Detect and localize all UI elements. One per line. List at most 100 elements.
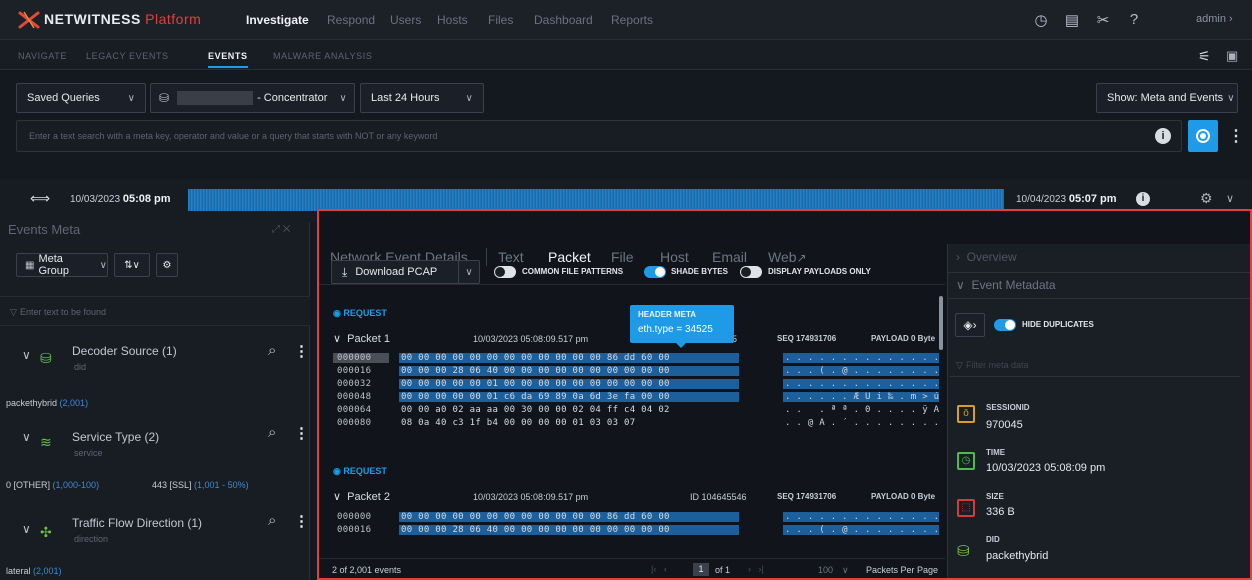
- search-icon[interactable]: ⌕: [268, 342, 276, 359]
- subnav-legacy-events[interactable]: LEGACY EVENTS: [86, 51, 169, 61]
- layers-button[interactable]: ◈›: [955, 313, 985, 337]
- hex-row[interactable]: 000080 08 0a 40 c3 1f b4 00 00 00 00 01 0…: [333, 418, 941, 430]
- meta-settings-button[interactable]: ⚙: [156, 253, 178, 277]
- meta-value-tag[interactable]: 443 [SSL] (1,001 - 50%): [152, 480, 249, 490]
- collapse-timeline-icon[interactable]: ∨: [1226, 192, 1234, 205]
- first-page-icon[interactable]: |‹ ‹: [651, 564, 667, 574]
- tab-file[interactable]: File: [611, 249, 634, 265]
- chevron-down-icon[interactable]: ∨: [22, 348, 31, 362]
- hex-row[interactable]: 000016 00 00 00 28 06 40 00 00 00 00 00 0…: [333, 525, 941, 537]
- shade-bytes-toggle[interactable]: [644, 266, 666, 278]
- overview-section[interactable]: › Overview: [956, 250, 1017, 264]
- panel-icon[interactable]: ▣: [1226, 48, 1238, 64]
- settings-gear-icon[interactable]: ⚙: [1200, 190, 1213, 207]
- show-mode-dropdown[interactable]: Show: Meta and Events ∨: [1096, 83, 1238, 113]
- packet-header[interactable]: ∨ Packet 1: [333, 332, 390, 345]
- tab-packet[interactable]: Packet: [548, 249, 591, 265]
- help-icon[interactable]: ?: [1125, 11, 1143, 29]
- tools-icon[interactable]: ✂: [1094, 11, 1112, 29]
- timeline-info-icon[interactable]: i: [1136, 192, 1150, 206]
- chevron-down-icon[interactable]: ∨: [22, 430, 31, 444]
- nav-users[interactable]: Users: [390, 13, 421, 27]
- nav-dashboard[interactable]: Dashboard: [534, 13, 593, 27]
- expand-timeline-icon[interactable]: ⟺: [30, 190, 50, 207]
- subnav-navigate[interactable]: NAVIGATE: [18, 51, 67, 61]
- common-file-patterns-toggle[interactable]: [494, 266, 516, 278]
- hex-bytes[interactable]: 00 00 00 00 00 00 00 00 00 00 00 00 86 d…: [399, 353, 739, 363]
- metadata-filter-input[interactable]: ▽ Filter meta data: [950, 355, 1240, 377]
- hex-bytes[interactable]: 00 00 00 00 00 00 00 00 00 00 00 00 86 d…: [399, 512, 739, 522]
- more-options-icon[interactable]: ⋮: [294, 512, 309, 530]
- hex-bytes[interactable]: 00 00 00 28 06 40 00 00 00 00 00 00 00 0…: [399, 366, 739, 376]
- nav-investigate[interactable]: Investigate: [246, 13, 309, 27]
- hex-ascii[interactable]: . . . . . . Æ Ú i ‰ . m > ú . .: [783, 392, 939, 402]
- hex-ascii[interactable]: . . . . . . . . . . . . . . Ÿ `: [783, 353, 939, 363]
- hex-bytes[interactable]: 08 0a 40 c3 1f b4 00 00 00 00 01 03 03 0…: [399, 418, 739, 428]
- hex-ascii[interactable]: . . . . . . . . . . . . . . Ÿ `: [783, 512, 939, 522]
- timer-icon[interactable]: ◷: [1032, 11, 1050, 29]
- sort-dropdown[interactable]: ⇅∨: [114, 253, 150, 277]
- subnav-malware-analysis[interactable]: MALWARE ANALYSIS: [273, 51, 372, 61]
- time-range-dropdown[interactable]: Last 24 Hours ∨: [360, 83, 484, 113]
- hex-ascii[interactable]: . . . . . . . . . . . . . . . .: [783, 379, 939, 389]
- tab-host[interactable]: Host: [660, 249, 689, 265]
- hex-row[interactable]: 000016 00 00 00 28 06 40 00 00 00 00 00 0…: [333, 366, 941, 378]
- hex-bytes[interactable]: 00 00 a0 02 aa aa 00 30 00 00 02 04 ff c…: [399, 405, 739, 415]
- info-icon[interactable]: i: [1155, 128, 1171, 144]
- download-pcap-button[interactable]: ⤓ Download PCAP: [331, 260, 459, 284]
- meta-value-tag[interactable]: 0 [OTHER] (1,000-100): [6, 480, 99, 490]
- meta-item-decoder-source[interactable]: ∨ ⛁ Decoder Source (1) did ⌕ ⋮: [0, 330, 310, 390]
- tab-email[interactable]: Email: [712, 249, 747, 265]
- meta-value-tag[interactable]: lateral (2,001): [6, 566, 62, 576]
- nav-files[interactable]: Files: [488, 13, 513, 27]
- nav-hosts[interactable]: Hosts: [437, 13, 468, 27]
- notes-icon[interactable]: ▤: [1063, 11, 1081, 29]
- nav-reports[interactable]: Reports: [611, 13, 653, 27]
- service-dropdown[interactable]: ⛁ - Concentrator ∨: [150, 83, 355, 113]
- hex-ascii[interactable]: . . . ( . @ . . . . . . . . . .: [783, 525, 939, 535]
- page-number-input[interactable]: 1: [693, 563, 709, 576]
- chevron-down-icon[interactable]: ∨: [842, 565, 849, 576]
- hex-bytes[interactable]: 00 00 00 00 00 01 00 00 00 00 00 00 00 0…: [399, 379, 739, 389]
- meta-filter-input[interactable]: ▽ Enter text to be found: [0, 296, 310, 326]
- tab-web[interactable]: Web↗: [768, 249, 807, 265]
- saved-queries-dropdown[interactable]: Saved Queries ∨: [16, 83, 146, 113]
- query-search-input[interactable]: Enter a text search with a meta key, ope…: [16, 120, 1182, 152]
- display-payloads-only-toggle[interactable]: [740, 266, 762, 278]
- hex-row[interactable]: 000048 00 00 00 00 00 01 c6 da 69 89 0a 6…: [333, 392, 941, 404]
- hex-row[interactable]: 000000 00 00 00 00 00 00 00 00 00 00 00 0…: [333, 353, 941, 365]
- meta-item-traffic-flow[interactable]: ∨ ✣ Traffic Flow Direction (1) direction…: [0, 504, 310, 564]
- event-metadata-section[interactable]: ∨ Event Metadata: [956, 278, 1056, 292]
- run-query-button[interactable]: [1188, 120, 1218, 152]
- expand-panel-icon[interactable]: ⤢ ✕: [272, 224, 290, 235]
- hex-bytes[interactable]: 00 00 00 28 06 40 00 00 00 00 00 00 00 0…: [399, 525, 739, 535]
- hex-row[interactable]: 000000 00 00 00 00 00 00 00 00 00 00 00 0…: [333, 512, 941, 524]
- per-page-select[interactable]: 100: [818, 565, 833, 575]
- hex-bytes[interactable]: 00 00 00 00 00 01 c6 da 69 89 0a 6d 3e f…: [399, 392, 739, 402]
- search-icon[interactable]: ⌕: [268, 424, 276, 441]
- meta-value-tag[interactable]: packethybrid (2,001): [6, 398, 88, 408]
- hex-row[interactable]: 000032 00 00 00 00 00 01 00 00 00 00 00 0…: [333, 379, 941, 391]
- event-histogram[interactable]: [188, 189, 1004, 211]
- more-options-icon[interactable]: ⋮: [294, 342, 309, 360]
- chevron-down-icon[interactable]: ∨: [22, 522, 31, 536]
- next-page-icon[interactable]: › ›|: [748, 564, 764, 574]
- meta-group-dropdown[interactable]: ▦ Meta Group ∨: [16, 253, 108, 277]
- tab-text[interactable]: Text: [498, 249, 524, 265]
- more-options-icon[interactable]: ⋮: [1228, 126, 1244, 146]
- subnav-events[interactable]: EVENTS: [208, 51, 248, 68]
- chart-toggle-icon[interactable]: ⚟: [1198, 48, 1211, 65]
- download-options-dropdown[interactable]: ∨: [458, 260, 480, 284]
- packet-header[interactable]: ∨ Packet 2: [333, 490, 390, 503]
- more-options-icon[interactable]: ⋮: [294, 424, 309, 442]
- hex-ascii[interactable]: . . @ Ã . ´ . . . . . . . .: [783, 418, 939, 428]
- search-icon[interactable]: ⌕: [268, 512, 276, 529]
- packet-scrollbar[interactable]: [939, 296, 943, 350]
- brand-name[interactable]: NETWITNESS Platform: [44, 11, 201, 27]
- user-menu[interactable]: admin ›: [1196, 13, 1233, 25]
- nav-respond[interactable]: Respond: [327, 13, 375, 27]
- meta-item-service-type[interactable]: ∨ ≋ Service Type (2) service ⌕ ⋮: [0, 416, 310, 476]
- hex-row[interactable]: 000064 00 00 a0 02 aa aa 00 30 00 00 02 0…: [333, 405, 941, 417]
- hide-duplicates-toggle[interactable]: [994, 319, 1016, 331]
- hex-ascii[interactable]: . . . ª ª . 0 . . . . ÿ Ä . .: [783, 405, 939, 415]
